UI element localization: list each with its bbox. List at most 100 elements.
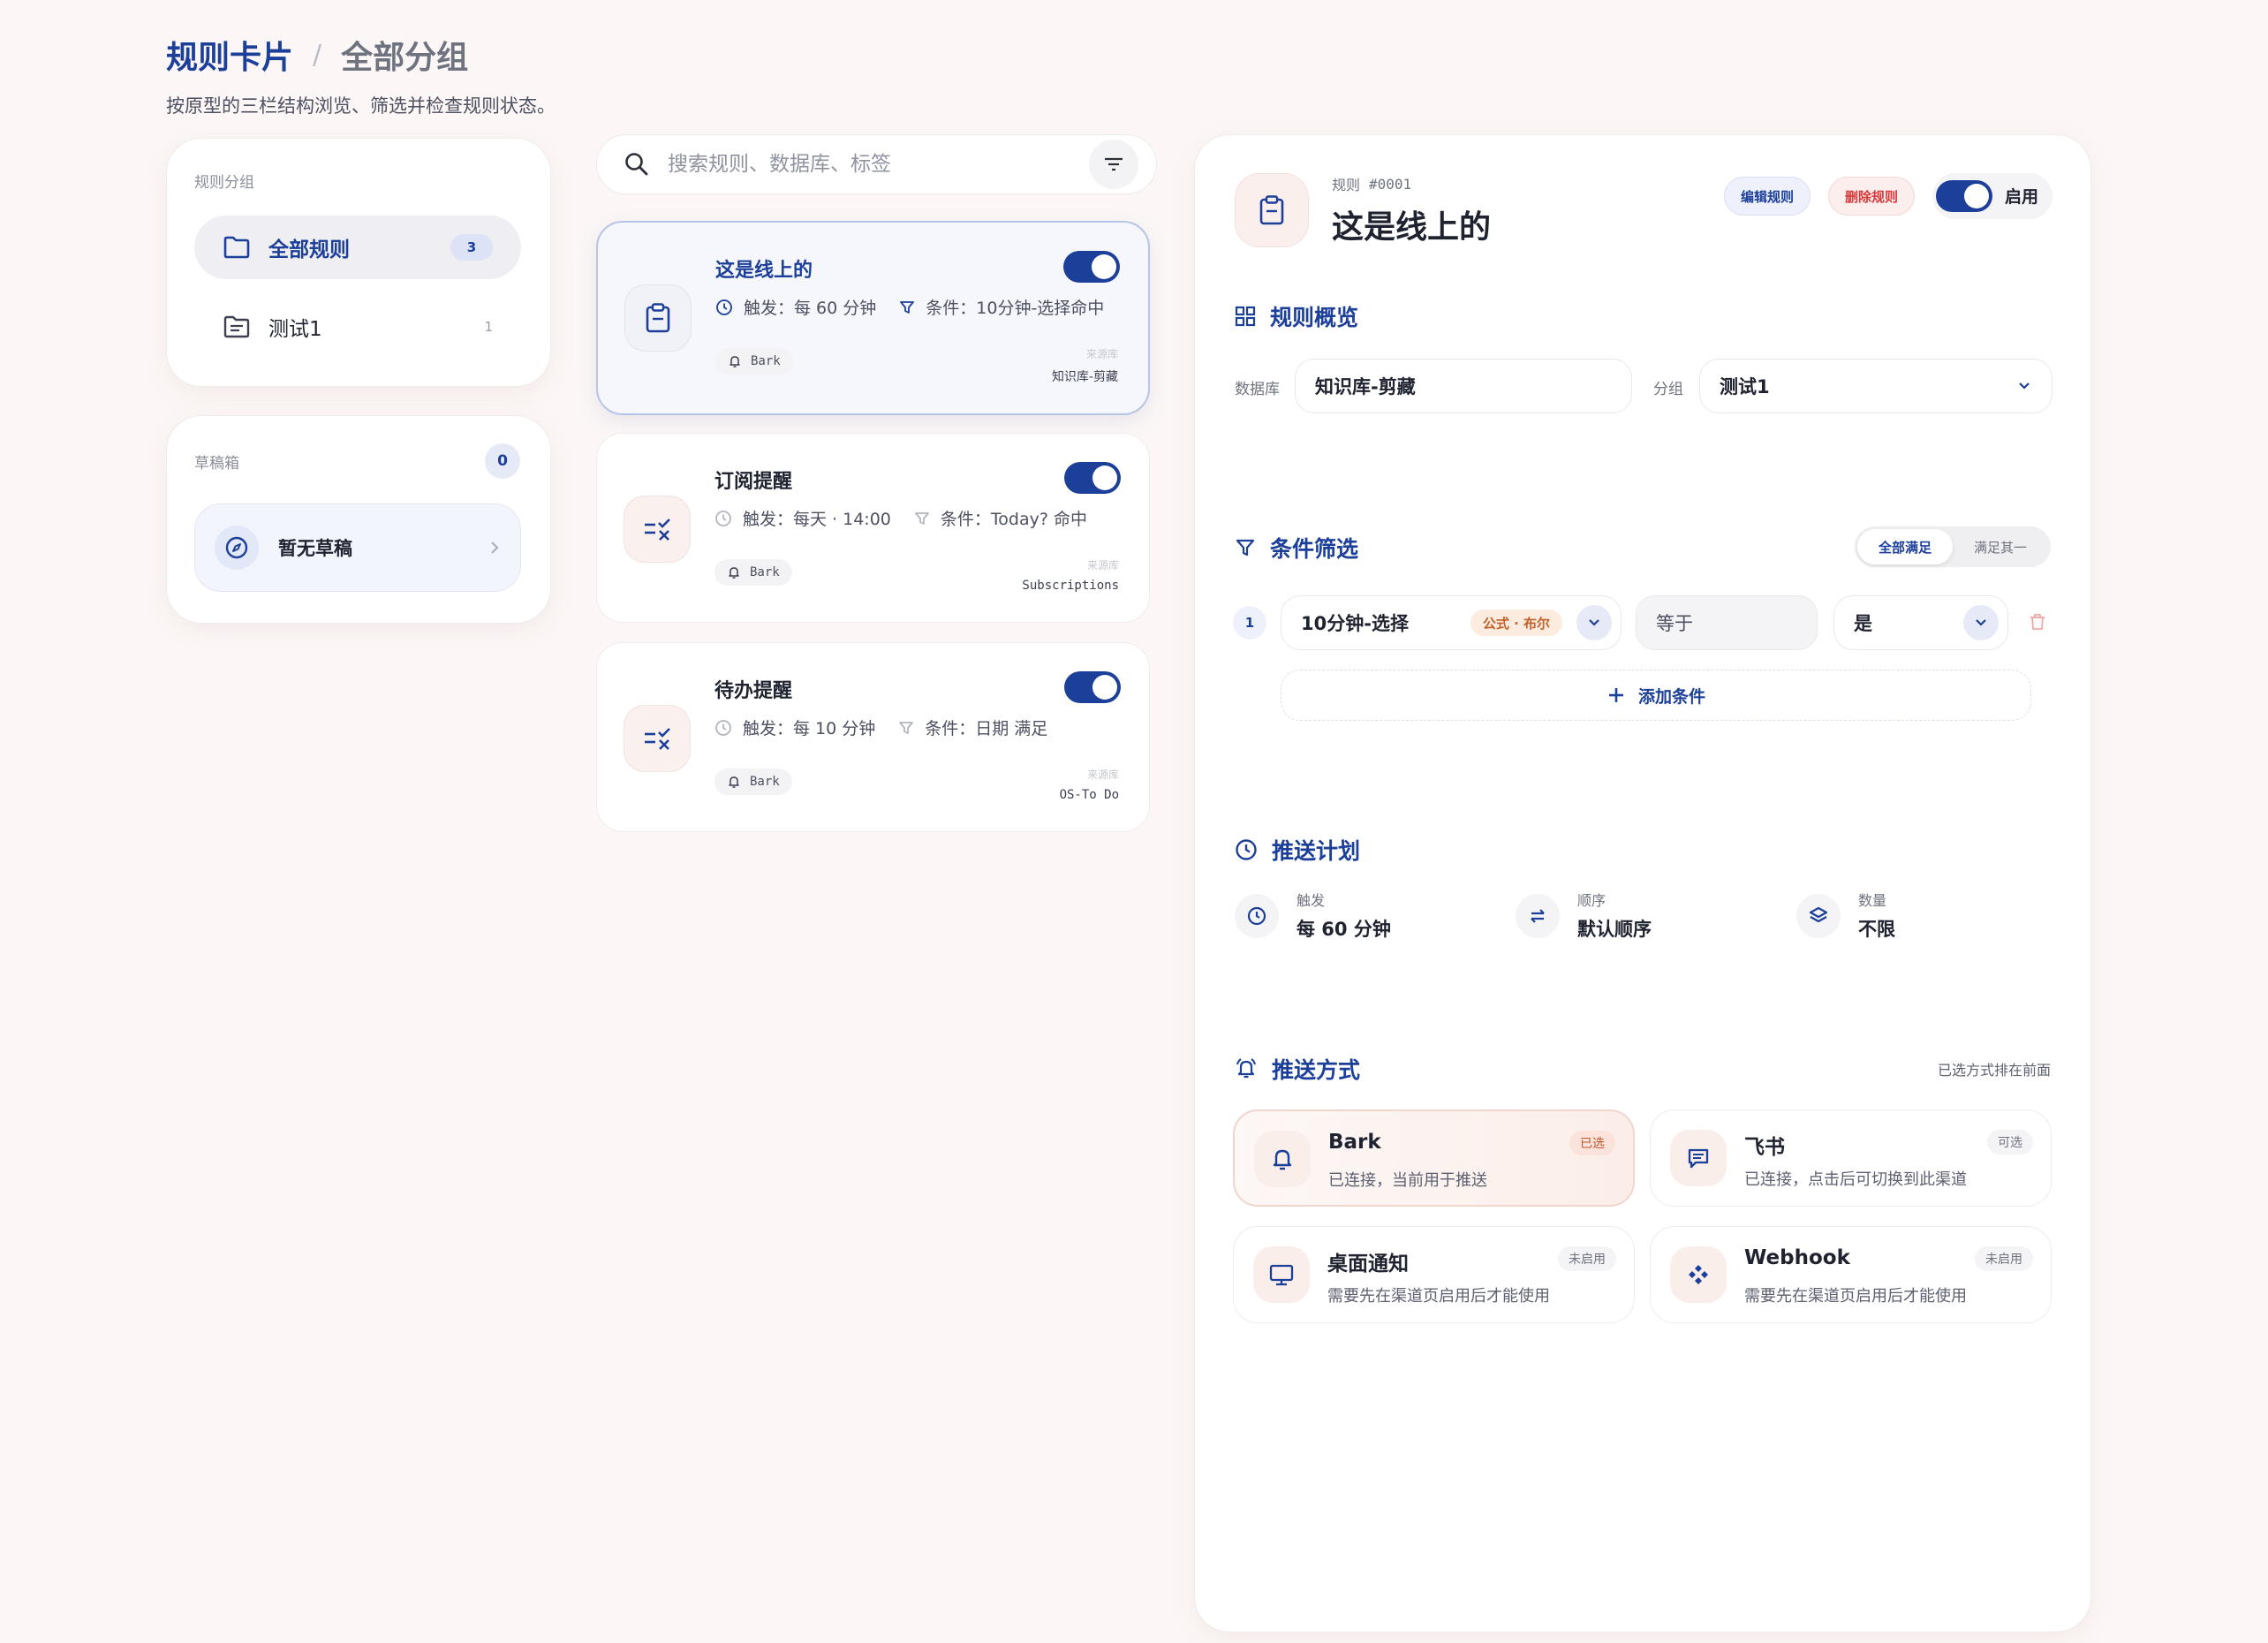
- db-value: 知识库-剪藏: [1315, 376, 1416, 398]
- drafts-empty-item[interactable]: 暂无草稿: [194, 504, 521, 592]
- rule-trigger: 触发：每 60 分钟: [744, 299, 877, 318]
- rule-name: 这是线上的: [715, 260, 813, 282]
- chevron-right-icon: [488, 539, 501, 556]
- rule-condition: 条件：日期 满足: [925, 719, 1048, 738]
- breadcrumb-separator: /: [313, 39, 322, 71]
- rule-meta: 触发：每 10 分钟 条件：日期 满足: [714, 716, 1047, 739]
- trash-icon[interactable]: [2030, 613, 2045, 631]
- enable-label: 启用: [2005, 187, 2039, 207]
- group-item-count: 1: [484, 319, 493, 335]
- rule-meta: 触发：每天 · 14:00 条件：Today? 命中: [714, 506, 1087, 530]
- schedule-trigger[interactable]: 触发每 60 分钟: [1235, 889, 1391, 942]
- overview-heading: 规则概览: [1235, 300, 1358, 332]
- schedule-quantity[interactable]: 数量 不限: [1796, 889, 1895, 942]
- mode-any-button[interactable]: 满足其一: [1953, 529, 2048, 564]
- channel-card-desktop[interactable]: 桌面通知 需要先在渠道页启用后才能使用 未启用: [1233, 1226, 1635, 1323]
- channel-status-badge: 未启用: [1558, 1246, 1616, 1271]
- rule-trigger: 触发：每 10 分钟: [743, 719, 876, 738]
- page-title: 规则卡片: [166, 40, 294, 76]
- compass-icon: [215, 526, 259, 570]
- rule-id-label: 规则: [1332, 177, 1361, 193]
- rule-source-label: 来源库: [1086, 768, 1119, 781]
- channel-name: Webhook: [1744, 1246, 1850, 1269]
- filter-button[interactable]: [1089, 140, 1138, 189]
- condition-field-select[interactable]: 10分钟-选择 公式 · 布尔: [1281, 595, 1622, 650]
- condition-field: 10分钟-选择: [1301, 613, 1409, 634]
- clock-icon: [1235, 838, 1258, 861]
- channel-status-badge: 未启用: [1975, 1246, 2033, 1271]
- add-condition-button[interactable]: 添加条件: [1281, 670, 2031, 721]
- channel-name: Bark: [1328, 1131, 1381, 1154]
- rule-card[interactable]: 订阅提醒 触发：每天 · 14:00 条件：Today? 命中 Bark 来源库…: [596, 433, 1150, 623]
- edit-rule-button[interactable]: 编辑规则: [1724, 177, 1811, 216]
- webhook-icon: [1670, 1246, 1727, 1303]
- drafts-empty-label: 暂无草稿: [278, 538, 352, 559]
- filter-icon: [1235, 537, 1256, 558]
- rule-id-line: 规则 #0001: [1332, 173, 1411, 194]
- rule-channel-tag: Bark: [714, 768, 792, 795]
- rule-condition: 条件：10分钟-选择命中: [926, 299, 1105, 318]
- channel-card-bark[interactable]: Bark 已连接，当前用于推送 已选: [1233, 1109, 1635, 1207]
- clipboard-icon: [1235, 173, 1309, 247]
- group-item-count: 3: [450, 234, 493, 261]
- channel-desc: 需要先在渠道页启用后才能使用: [1327, 1287, 1550, 1306]
- rule-enable-toggle[interactable]: [1063, 251, 1120, 283]
- folder-list-icon: [223, 314, 251, 339]
- bell-icon: [727, 565, 741, 579]
- delete-rule-button[interactable]: 删除规则: [1828, 177, 1916, 216]
- condition-field-extra: 公式 · 布尔: [1470, 605, 1612, 640]
- field-type-badge: 公式 · 布尔: [1470, 610, 1562, 636]
- rule-card[interactable]: 这是线上的 触发：每 60 分钟 条件：10分钟-选择命中 Bark 来源库 知…: [596, 221, 1150, 415]
- conditions-title: 条件筛选: [1270, 536, 1359, 562]
- drafts-count: 0: [485, 443, 520, 479]
- bell-icon: [727, 775, 741, 789]
- enable-toggle[interactable]: [1936, 180, 1992, 212]
- condition-operator: 等于: [1656, 613, 1693, 634]
- rule-source: OS-To Do: [1059, 788, 1119, 802]
- bell-icon: [1254, 1131, 1311, 1187]
- chevron-down-icon: [1576, 605, 1612, 640]
- group-item-all[interactable]: 全部规则 3: [194, 216, 521, 279]
- mode-all-button[interactable]: 全部满足: [1857, 529, 1953, 564]
- bell-icon: [728, 354, 742, 368]
- breadcrumb-current[interactable]: 全部分组: [341, 32, 468, 78]
- rule-source-label: 来源库: [1085, 348, 1118, 360]
- breadcrumb: 规则卡片 / 全部分组: [166, 32, 468, 78]
- overview-title: 规则概览: [1270, 305, 1359, 330]
- rule-name: 待办提醒: [714, 680, 793, 702]
- clock-icon: [1235, 894, 1279, 938]
- layers-icon: [1796, 894, 1841, 938]
- condition-operator-select[interactable]: 等于: [1636, 595, 1818, 650]
- channel-name: 桌面通知: [1327, 1253, 1409, 1276]
- db-field[interactable]: 知识库-剪藏: [1295, 359, 1632, 413]
- group-item-label: 测试1: [268, 318, 322, 341]
- search-input[interactable]: [668, 153, 1071, 176]
- rule-card[interactable]: 待办提醒 触发：每 10 分钟 条件：日期 满足 Bark 来源库 OS-To …: [596, 642, 1150, 832]
- group-select[interactable]: 测试1: [1699, 359, 2053, 413]
- channel-card-feishu[interactable]: 飞书 已连接，点击后可切换到此渠道 可选: [1650, 1109, 2052, 1207]
- rule-enable-toggle[interactable]: [1064, 671, 1121, 703]
- schedule-order[interactable]: 顺序 默认顺序: [1516, 889, 1652, 942]
- clock-icon: [715, 299, 733, 316]
- bell-ring-icon: [1235, 1057, 1258, 1080]
- rule-trigger: 触发：每天 · 14:00: [743, 510, 891, 529]
- clipboard-icon: [624, 284, 692, 352]
- channel-name: 飞书: [1744, 1136, 1785, 1159]
- channel-card-webhook[interactable]: Webhook 需要先在渠道页启用后才能使用 未启用: [1650, 1226, 2052, 1323]
- rule-source: Subscriptions: [1022, 579, 1119, 593]
- group-item-test1[interactable]: 测试1 1: [194, 295, 521, 359]
- schedule-item-value: 默认顺序: [1577, 919, 1652, 940]
- rule-enable-toggle[interactable]: [1064, 462, 1121, 494]
- db-label: 数据库: [1235, 381, 1280, 398]
- schedule-item-value: 不限: [1858, 919, 1895, 940]
- condition-value-select[interactable]: 是: [1833, 595, 2008, 650]
- schedule-item-label: 顺序: [1577, 892, 1606, 909]
- clock-icon: [714, 510, 732, 527]
- schedule-item-label: 数量: [1858, 892, 1887, 909]
- checklist-icon: [624, 496, 691, 563]
- chevron-down-icon: [1963, 605, 1999, 640]
- folder-icon: [223, 235, 251, 260]
- group-item-label: 全部规则: [268, 238, 350, 261]
- channel-desc: 已连接，点击后可切换到此渠道: [1744, 1170, 1967, 1189]
- search-bar: [596, 134, 1157, 194]
